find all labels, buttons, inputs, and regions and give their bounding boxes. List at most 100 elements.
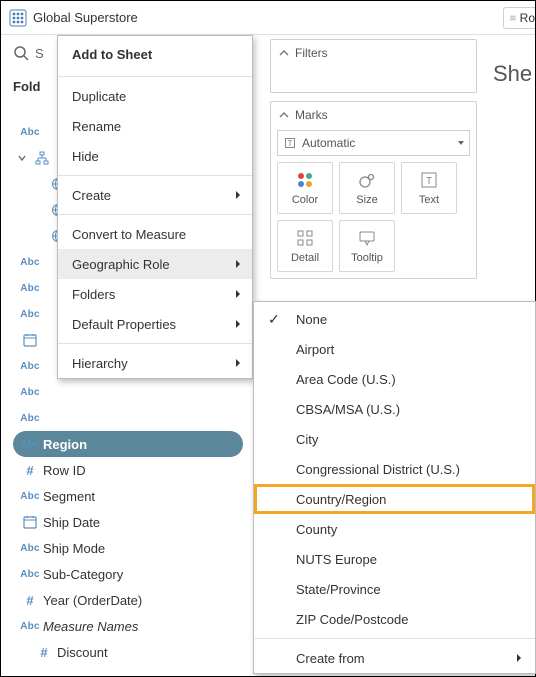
detail-icon	[295, 228, 315, 248]
folders-label: Fold	[1, 71, 57, 104]
submenu-arrow-icon	[234, 259, 242, 269]
datasource-header: Global Superstore	[1, 1, 535, 35]
submenu-arrow-icon	[234, 190, 242, 200]
tooltip-button[interactable]: Tooltip	[339, 220, 395, 272]
sheet-title: She	[493, 61, 535, 87]
field-label: Discount	[57, 645, 108, 660]
field-type-icon: Abc	[17, 309, 43, 320]
datasource-title[interactable]: Global Superstore	[33, 10, 138, 25]
text-icon: T	[419, 170, 439, 190]
field-row[interactable]: AbcSub-Category	[13, 561, 243, 587]
geo-item-state-province[interactable]: State/Province	[254, 574, 535, 604]
field-label: Region	[43, 437, 87, 452]
marks-title: Marks	[295, 108, 328, 122]
svg-text:T: T	[288, 139, 293, 148]
geo-item-nuts-europe[interactable]: NUTS Europe	[254, 544, 535, 574]
field-type-icon: Abc	[17, 257, 43, 268]
color-button[interactable]: Color	[277, 162, 333, 214]
ctx-item-convert-to-measure[interactable]: Convert to Measure	[58, 219, 252, 249]
geo-item-airport[interactable]: Airport	[254, 334, 535, 364]
text-button[interactable]: T Text	[401, 162, 457, 214]
field-label: Sub-Category	[43, 567, 123, 582]
geo-item-city[interactable]: City	[254, 424, 535, 454]
search-field[interactable]: S	[1, 35, 57, 71]
menu-separator	[58, 175, 252, 176]
filters-title: Filters	[295, 46, 328, 60]
menu-separator	[58, 343, 252, 344]
field-type-icon: Abc	[17, 543, 43, 554]
field-type-icon: Abc	[17, 621, 43, 632]
field-context-menu: Add to Sheet DuplicateRenameHide Create Con…	[57, 35, 253, 379]
color-icon	[295, 170, 315, 190]
field-row[interactable]: #Year (OrderDate)	[13, 587, 243, 613]
field-row[interactable]: AbcShip Mode	[13, 535, 243, 561]
dropdown-icon	[457, 139, 465, 147]
field-row[interactable]: Abc	[13, 379, 243, 405]
marks-card-header[interactable]: Marks	[271, 102, 476, 128]
menu-separator	[254, 638, 535, 639]
field-label: Segment	[43, 489, 95, 504]
submenu-arrow-icon	[515, 653, 523, 663]
ctx-item-folders[interactable]: Folders	[58, 279, 252, 309]
ctx-item-create[interactable]: Create	[58, 180, 252, 210]
field-type-icon: Abc	[17, 569, 43, 580]
submenu-arrow-icon	[234, 358, 242, 368]
field-type-icon: Abc	[17, 283, 43, 294]
geo-item-zip-code-postcode[interactable]: ZIP Code/Postcode	[254, 604, 535, 634]
ctx-item-duplicate[interactable]: Duplicate	[58, 81, 252, 111]
geo-item-cbsa-msa-u-s-[interactable]: CBSA/MSA (U.S.)	[254, 394, 535, 424]
search-icon	[13, 45, 29, 61]
marks-type-label: Automatic	[302, 136, 355, 150]
submenu-arrow-icon	[234, 319, 242, 329]
geo-item-area-code-u-s-[interactable]: Area Code (U.S.)	[254, 364, 535, 394]
field-row[interactable]: AbcSegment	[13, 483, 243, 509]
field-type-icon: Abc	[17, 127, 43, 138]
menu-separator	[58, 214, 252, 215]
ctx-add-to-sheet[interactable]: Add to Sheet	[58, 36, 252, 72]
field-type-icon: Abc	[17, 413, 43, 424]
size-button[interactable]: Size	[339, 162, 395, 214]
field-row[interactable]: #Row ID	[13, 457, 243, 483]
submenu-arrow-icon	[234, 289, 242, 299]
ctx-item-hide[interactable]: Hide	[58, 141, 252, 171]
ctx-item-default-properties[interactable]: Default Properties	[58, 309, 252, 339]
geographic-role-submenu: ✓NoneAirportArea Code (U.S.)CBSA/MSA (U.…	[253, 301, 536, 674]
field-label: Row ID	[43, 463, 86, 478]
filters-card[interactable]: Filters	[270, 39, 477, 93]
rows-label: Ro	[520, 11, 535, 25]
field-row[interactable]: Abc	[13, 405, 243, 431]
datasource-icon	[9, 9, 27, 27]
geo-item-create-from[interactable]: Create from	[254, 643, 535, 673]
field-row[interactable]: Ship Date	[13, 509, 243, 535]
caret-down-icon	[17, 153, 27, 163]
field-label: Ship Date	[43, 515, 100, 530]
marks-type-select[interactable]: T Automatic	[277, 130, 470, 156]
rows-shelf[interactable]: Ro	[503, 7, 535, 29]
tooltip-icon	[357, 228, 377, 248]
field-type-icon: Abc	[17, 439, 43, 450]
field-type-icon: Abc	[17, 491, 43, 502]
field-type-icon	[17, 333, 43, 347]
detail-button[interactable]: Detail	[277, 220, 333, 272]
field-type-icon: #	[17, 593, 43, 608]
ctx-item-geographic-role[interactable]: Geographic Role	[58, 249, 252, 279]
field-row[interactable]: AbcMeasure Names	[13, 613, 243, 639]
geo-item-congressional-district-u-s-[interactable]: Congressional District (U.S.)	[254, 454, 535, 484]
field-type-icon: #	[17, 463, 43, 478]
geo-item-county[interactable]: County	[254, 514, 535, 544]
field-type-icon: Abc	[17, 387, 43, 398]
ctx-item-hierarchy[interactable]: Hierarchy	[58, 348, 252, 378]
ctx-item-rename[interactable]: Rename	[58, 111, 252, 141]
field-type-icon: Abc	[17, 361, 43, 372]
size-icon	[357, 170, 377, 190]
collapse-icon	[279, 48, 289, 58]
geo-item-country-region[interactable]: Country/Region	[254, 484, 535, 514]
search-placeholder: S	[35, 46, 44, 61]
field-row[interactable]: #Discount	[27, 639, 243, 665]
rows-icon	[510, 13, 516, 23]
field-row[interactable]: AbcRegion	[13, 431, 243, 457]
field-label: Ship Mode	[43, 541, 105, 556]
geo-item-none[interactable]: ✓None	[254, 304, 535, 334]
field-type-icon: #	[31, 645, 57, 660]
field-type-icon	[29, 151, 55, 165]
